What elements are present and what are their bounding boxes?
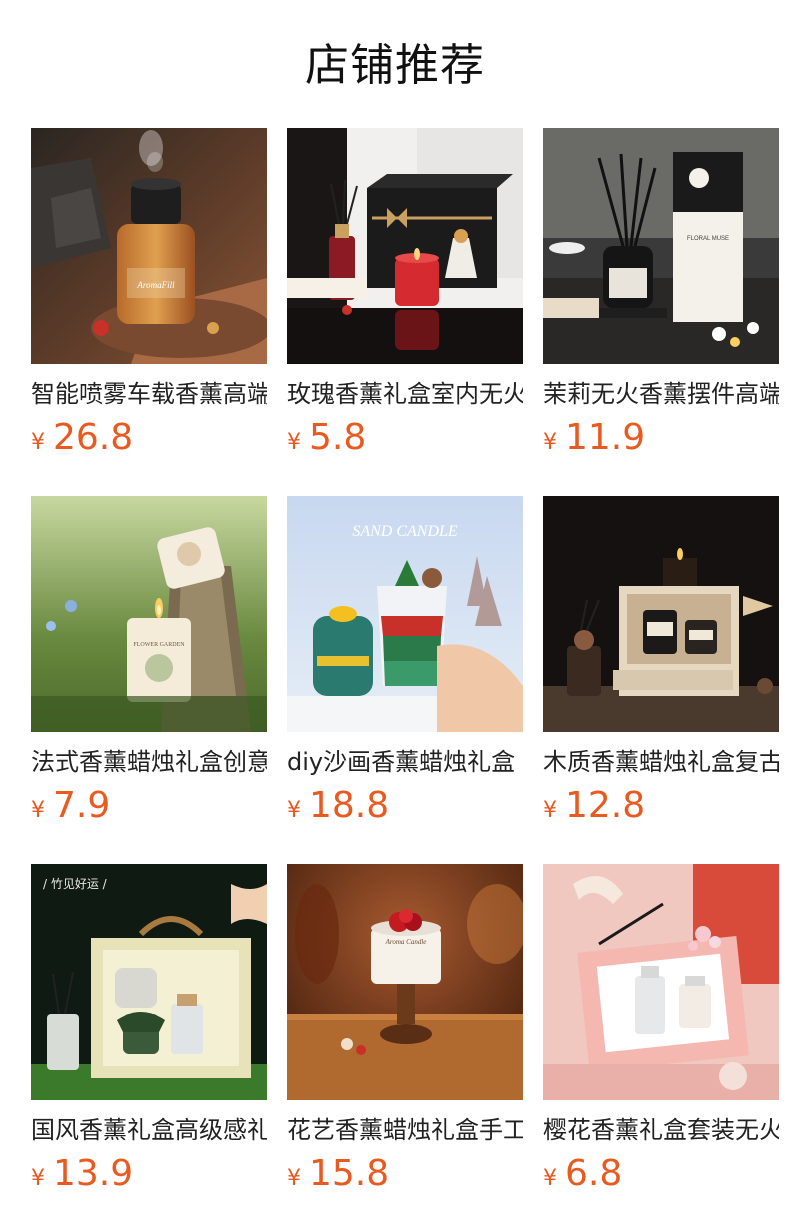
- currency-symbol: ¥: [543, 1166, 557, 1191]
- floral-candle-image[interactable]: Aroma Candle: [287, 864, 523, 1100]
- price-value: 5.8: [309, 417, 367, 458]
- currency-symbol: ¥: [287, 430, 301, 455]
- rose-aroma-gift-box-image[interactable]: [287, 128, 523, 364]
- price-value: 26.8: [53, 417, 134, 458]
- product-name[interactable]: 国风香薰礼盒高级感礼: [31, 1114, 267, 1146]
- product-card[interactable]: 樱花香薰礼盒套装无火 ¥6.8: [543, 864, 779, 1199]
- price-value: 6.8: [565, 1153, 623, 1194]
- flower-garden-candle-image[interactable]: FLOWER GARDEN: [31, 496, 267, 732]
- sand-art-candle-image[interactable]: SAND CANDLE: [287, 496, 523, 732]
- product-card[interactable]: SAND CANDLE diy沙画香薰蜡烛礼盒 ¥18.8: [287, 496, 523, 831]
- product-name[interactable]: 花艺香薰蜡烛礼盒手工: [287, 1114, 523, 1146]
- jasmine-reed-diffuser-image[interactable]: FLORAL MUSE: [543, 128, 779, 364]
- svg-text:AromaFill: AromaFill: [136, 280, 175, 290]
- product-name[interactable]: 樱花香薰礼盒套装无火: [543, 1114, 779, 1146]
- currency-symbol: ¥: [287, 798, 301, 823]
- product-card[interactable]: 玫瑰香薰礼盒室内无火 ¥5.8: [287, 128, 523, 463]
- svg-text:FLORAL MUSE: FLORAL MUSE: [687, 236, 729, 242]
- product-price: ¥6.8: [543, 1154, 779, 1194]
- product-card[interactable]: FLORAL MUSE 茉莉无火香薰摆件高端 ¥11.9: [543, 128, 779, 463]
- product-card[interactable]: AromaFill 智能喷雾车载香薰高端 ¥26.8: [31, 128, 267, 463]
- product-card[interactable]: / 竹见好运 / 国风香薰礼盒高级感礼 ¥13.9: [31, 864, 267, 1199]
- currency-symbol: ¥: [31, 1166, 45, 1191]
- price-value: 15.8: [309, 1153, 390, 1194]
- currency-symbol: ¥: [287, 1166, 301, 1191]
- price-value: 11.9: [565, 417, 646, 458]
- product-name[interactable]: 茉莉无火香薰摆件高端: [543, 378, 779, 410]
- currency-symbol: ¥: [543, 798, 557, 823]
- product-name[interactable]: 玫瑰香薰礼盒室内无火: [287, 378, 523, 410]
- price-value: 18.8: [309, 785, 390, 826]
- product-card[interactable]: Aroma Candle 花艺香薰蜡烛礼盒手工 ¥15.8: [287, 864, 523, 1199]
- svg-text:/ 竹见好运 /: / 竹见好运 /: [43, 877, 108, 891]
- product-name[interactable]: diy沙画香薰蜡烛礼盒: [287, 746, 523, 778]
- product-price: ¥11.9: [543, 418, 779, 458]
- price-value: 13.9: [53, 1153, 134, 1194]
- product-price: ¥15.8: [287, 1154, 523, 1194]
- wooden-candle-gift-box-image[interactable]: [543, 496, 779, 732]
- currency-symbol: ¥: [31, 798, 45, 823]
- product-price: ¥26.8: [31, 418, 267, 458]
- currency-symbol: ¥: [31, 430, 45, 455]
- product-name[interactable]: 木质香薰蜡烛礼盒复古: [543, 746, 779, 778]
- price-value: 7.9: [53, 785, 111, 826]
- svg-text:FLOWER GARDEN: FLOWER GARDEN: [133, 642, 185, 648]
- sakura-gift-set-image[interactable]: [543, 864, 779, 1100]
- product-name[interactable]: 法式香薰蜡烛礼盒创意: [31, 746, 267, 778]
- product-name[interactable]: 智能喷雾车载香薰高端: [31, 378, 267, 410]
- car-aroma-diffuser-image[interactable]: AromaFill: [31, 128, 267, 364]
- section-title: 店铺推荐: [305, 40, 485, 91]
- chinese-style-gift-box-image[interactable]: / 竹见好运 /: [31, 864, 267, 1100]
- currency-symbol: ¥: [543, 430, 557, 455]
- product-price: ¥5.8: [287, 418, 523, 458]
- product-card[interactable]: FLOWER GARDEN 法式香薰蜡烛礼盒创意 ¥7.9: [31, 496, 267, 831]
- product-price: ¥18.8: [287, 786, 523, 826]
- product-price: ¥12.8: [543, 786, 779, 826]
- svg-text:SAND CANDLE: SAND CANDLE: [352, 523, 458, 540]
- svg-text:Aroma Candle: Aroma Candle: [385, 938, 427, 946]
- price-value: 12.8: [565, 785, 646, 826]
- product-grid: AromaFill 智能喷雾车载香薰高端 ¥26.8 玫瑰香薰礼盒室内无火 ¥ …: [31, 128, 779, 1199]
- product-price: ¥7.9: [31, 786, 267, 826]
- product-card[interactable]: 木质香薰蜡烛礼盒复古 ¥12.8: [543, 496, 779, 831]
- product-price: ¥13.9: [31, 1154, 267, 1194]
